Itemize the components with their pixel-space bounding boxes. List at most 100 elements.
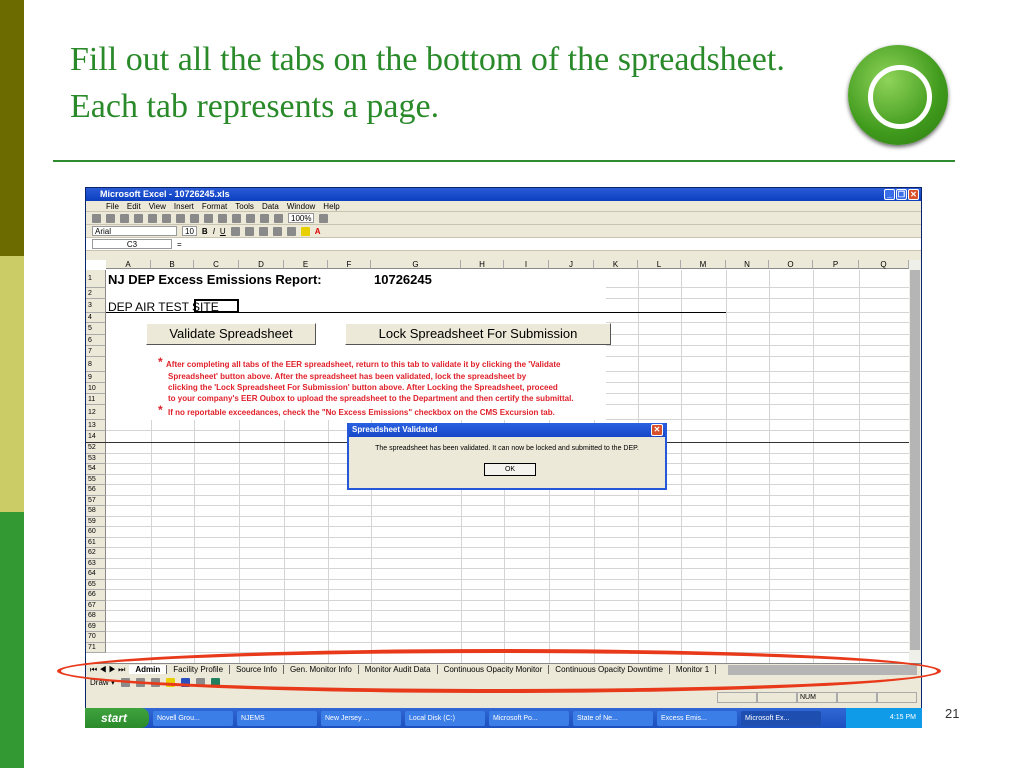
row-header-59[interactable]: 59 [86, 516, 106, 527]
align-center-icon[interactable] [244, 226, 254, 236]
menu-format[interactable]: Format [202, 202, 227, 211]
taskbar-item[interactable]: NJEMS [237, 710, 317, 726]
column-header-K[interactable]: K [594, 260, 638, 269]
sum-icon[interactable] [232, 213, 241, 223]
row-header-56[interactable]: 56 [86, 485, 106, 496]
help-icon[interactable] [319, 213, 329, 223]
taskbar-item[interactable]: New Jersey ... [321, 710, 401, 726]
row-header-3[interactable]: 3 [86, 299, 106, 313]
row-header-61[interactable]: 61 [86, 537, 106, 548]
row-header-62[interactable]: 62 [86, 548, 106, 559]
paste-icon[interactable] [190, 213, 199, 223]
row-header-66[interactable]: 66 [86, 590, 106, 601]
align-right-icon[interactable] [258, 226, 268, 236]
row-header-12[interactable]: 12 [86, 405, 106, 420]
row-header-70[interactable]: 70 [86, 632, 106, 643]
column-header-E[interactable]: E [284, 260, 328, 269]
menu-view[interactable]: View [149, 202, 166, 211]
row-header-9[interactable]: 9 [86, 372, 106, 383]
chart-icon[interactable] [274, 213, 283, 223]
taskbar-item[interactable]: Microsoft Po... [489, 710, 569, 726]
column-header-Q[interactable]: Q [859, 260, 909, 269]
column-header-J[interactable]: J [549, 260, 594, 269]
taskbar-item[interactable]: Local Disk (C:) [405, 710, 485, 726]
menu-file[interactable]: File [106, 202, 119, 211]
row-header-58[interactable]: 58 [86, 506, 106, 517]
vertical-scrollbar[interactable] [909, 260, 921, 663]
save-icon[interactable] [120, 213, 129, 223]
dialog-ok-button[interactable]: OK [484, 463, 536, 476]
worksheet-grid[interactable]: A B C D E F G H I J K L M N O P Q 1 2 3 4 5 6 7 8 9 10 11 12 13 14 52 53… [86, 260, 909, 663]
menu-data[interactable]: Data [262, 202, 279, 211]
taskbar-item[interactable]: Microsoft Ex... [741, 710, 821, 726]
function-icon[interactable] [246, 213, 255, 223]
menu-window[interactable]: Window [287, 202, 315, 211]
align-left-icon[interactable] [230, 226, 240, 236]
menu-help[interactable]: Help [323, 202, 339, 211]
menu-edit[interactable]: Edit [127, 202, 141, 211]
column-header-A[interactable]: A [106, 260, 151, 269]
row-header-55[interactable]: 55 [86, 474, 106, 485]
row-header-11[interactable]: 11 [86, 394, 106, 405]
close-button[interactable]: ✕ [908, 189, 919, 200]
row-header-60[interactable]: 60 [86, 527, 106, 538]
borders-icon[interactable] [286, 226, 296, 236]
font-color-icon[interactable]: A [315, 227, 321, 236]
column-header-D[interactable]: D [239, 260, 284, 269]
column-header-I[interactable]: I [504, 260, 549, 269]
undo-icon[interactable] [204, 213, 213, 223]
row-header-10[interactable]: 10 [86, 383, 106, 394]
selected-cell-c3[interactable] [194, 299, 239, 313]
row-header-69[interactable]: 69 [86, 621, 106, 632]
merge-icon[interactable] [272, 226, 282, 236]
open-icon[interactable] [106, 213, 115, 223]
column-header-O[interactable]: O [769, 260, 813, 269]
validate-spreadsheet-button[interactable]: Validate Spreadsheet [146, 323, 316, 345]
row-header-67[interactable]: 67 [86, 600, 106, 611]
column-header-B[interactable]: B [151, 260, 194, 269]
font-select[interactable]: Arial [92, 226, 177, 236]
sort-icon[interactable] [260, 213, 269, 223]
taskbar-item[interactable]: Novell Grou... [153, 710, 233, 726]
redo-icon[interactable] [218, 213, 227, 223]
start-button[interactable]: start [85, 708, 149, 728]
column-header-N[interactable]: N [726, 260, 769, 269]
row-header-71[interactable]: 71 [86, 642, 106, 653]
taskbar-item[interactable]: State of Ne... [573, 710, 653, 726]
underline-icon[interactable]: U [220, 227, 226, 236]
bold-icon[interactable]: B [202, 227, 208, 236]
zoom-select[interactable]: 100% [288, 213, 315, 223]
dialog-close-button[interactable]: ✕ [651, 424, 663, 436]
column-header-L[interactable]: L [638, 260, 681, 269]
row-header-1[interactable]: 1 [86, 270, 106, 288]
column-header-G[interactable]: G [371, 260, 461, 269]
name-box[interactable]: C3 [92, 239, 172, 249]
new-icon[interactable] [92, 213, 101, 223]
lock-spreadsheet-button[interactable]: Lock Spreadsheet For Submission [345, 323, 611, 345]
minimize-button[interactable]: _ [884, 189, 895, 200]
preview-icon[interactable] [148, 213, 157, 223]
row-header-2[interactable]: 2 [86, 288, 106, 299]
row-header-8[interactable]: 8 [86, 357, 106, 372]
row-header-52[interactable]: 52 [86, 443, 106, 454]
row-header-65[interactable]: 65 [86, 579, 106, 590]
italic-icon[interactable]: I [213, 227, 215, 236]
column-header-P[interactable]: P [813, 260, 859, 269]
row-header-63[interactable]: 63 [86, 558, 106, 569]
print-icon[interactable] [134, 213, 143, 223]
menu-tools[interactable]: Tools [235, 202, 254, 211]
row-header-6[interactable]: 6 [86, 335, 106, 346]
row-header-68[interactable]: 68 [86, 611, 106, 622]
menu-insert[interactable]: Insert [174, 202, 194, 211]
row-header-57[interactable]: 57 [86, 495, 106, 506]
row-header-7[interactable]: 7 [86, 346, 106, 357]
formula-input[interactable] [187, 239, 921, 249]
column-header-M[interactable]: M [681, 260, 726, 269]
row-header-4[interactable]: 4 [86, 313, 106, 323]
column-header-C[interactable]: C [194, 260, 239, 269]
copy-icon[interactable] [176, 213, 185, 223]
fill-color-icon[interactable] [300, 226, 310, 236]
column-header-H[interactable]: H [461, 260, 504, 269]
row-header-5[interactable]: 5 [86, 323, 106, 335]
row-header-54[interactable]: 54 [86, 464, 106, 475]
